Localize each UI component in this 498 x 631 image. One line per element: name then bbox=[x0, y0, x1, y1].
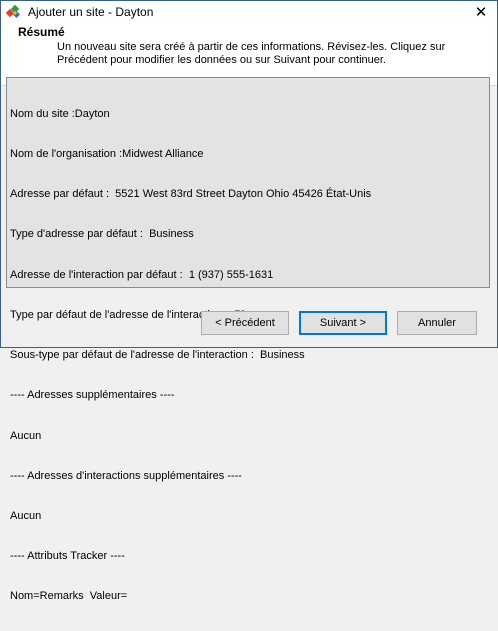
window-title: Ajouter un site - Dayton bbox=[28, 5, 154, 19]
close-icon[interactable]: ✕ bbox=[465, 1, 497, 23]
next-button[interactable]: Suivant > bbox=[299, 311, 387, 335]
summary-line: Adresse de l'interaction par défaut : 1 … bbox=[10, 268, 274, 281]
app-icon bbox=[5, 4, 22, 20]
summary-textbox[interactable]: Nom du site :Dayton Nom de l'organisatio… bbox=[6, 77, 490, 602]
summary-line: Nom=Remarks Valeur= bbox=[10, 590, 128, 603]
summary-line: Adresse par défaut : 5521 West 83rd Stre… bbox=[10, 188, 372, 201]
page-title: Résumé bbox=[18, 25, 65, 39]
title-bar[interactable]: Ajouter un site - Dayton ✕ bbox=[1, 1, 497, 23]
summary-line: Aucun bbox=[10, 429, 42, 442]
summary-line: ---- Attributs Tracker ---- bbox=[10, 550, 125, 563]
summary-line: Type d'adresse par défaut : Business bbox=[10, 228, 194, 241]
summary-line: Nom de l'organisation :Midwest Alliance bbox=[10, 148, 204, 161]
summary-line: Sous-type par défaut de l'adresse de l'i… bbox=[10, 349, 305, 362]
page-description: Un nouveau site sera créé à partir de ce… bbox=[57, 41, 446, 66]
summary-text: Nom du site :Dayton Nom de l'organisatio… bbox=[10, 81, 486, 631]
summary-line: Nom du site :Dayton bbox=[10, 107, 110, 120]
summary-line: Aucun bbox=[10, 510, 42, 522]
summary-line: ---- Adresses d'interactions supplémenta… bbox=[10, 469, 242, 482]
cancel-button[interactable]: Annuler bbox=[397, 311, 477, 335]
dialog-window: Ajouter un site - Dayton ✕ Résumé Un nou… bbox=[0, 0, 498, 602]
previous-button[interactable]: < Précédent bbox=[201, 311, 289, 335]
summary-line: ---- Adresses supplémentaires ---- bbox=[10, 389, 175, 402]
